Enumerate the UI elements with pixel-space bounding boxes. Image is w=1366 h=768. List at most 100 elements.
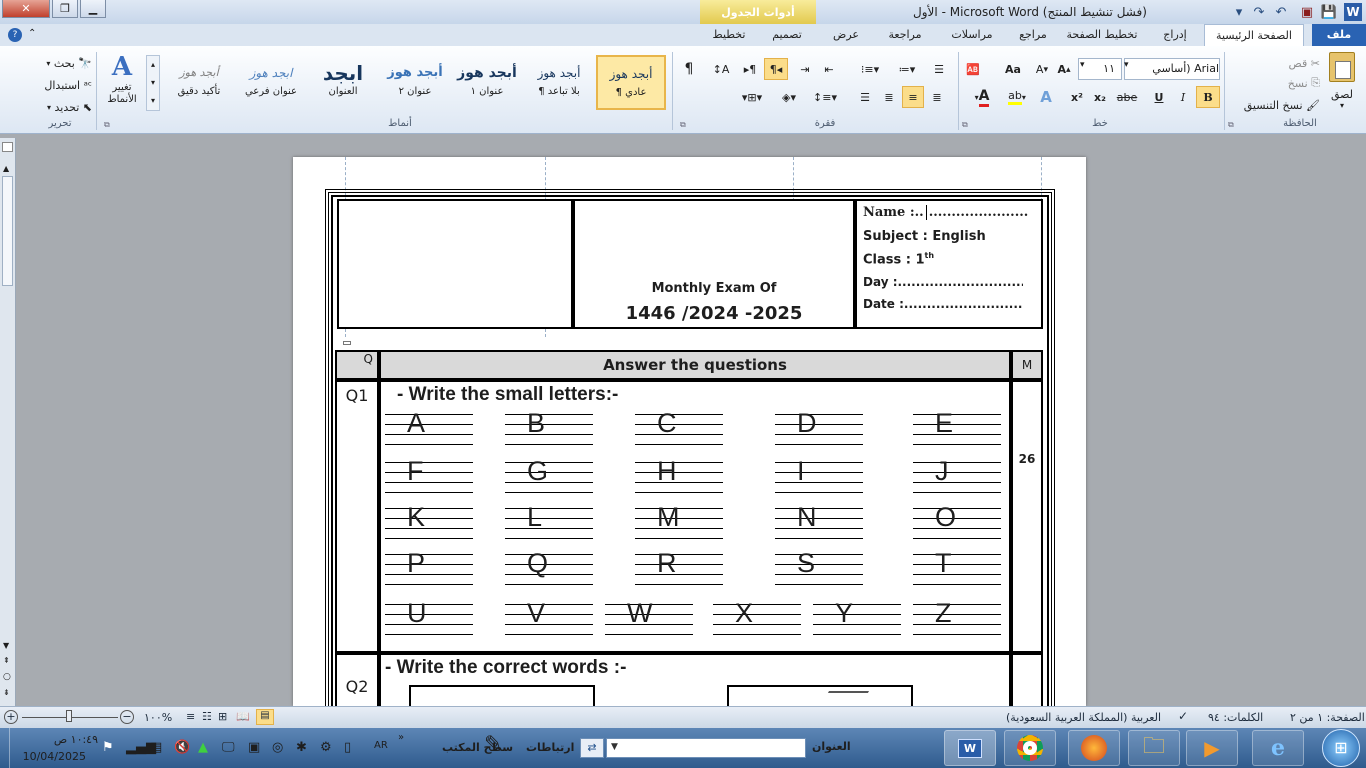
logo-cell[interactable] bbox=[337, 199, 573, 329]
tab-review[interactable]: مراجعة bbox=[876, 24, 934, 46]
show-desktop-button[interactable] bbox=[0, 728, 10, 768]
volume-muted-icon[interactable]: 🔇 bbox=[174, 740, 190, 755]
change-styles-button[interactable]: A تغيير الأنماط bbox=[102, 52, 142, 118]
language-indicator[interactable]: العربية (المملكة العربية السعودية) bbox=[1006, 711, 1161, 724]
tab-references[interactable]: مراجع bbox=[1010, 24, 1056, 46]
word-app-icon[interactable]: ▣ bbox=[1298, 3, 1316, 21]
undo-icon[interactable]: ↶ bbox=[1272, 3, 1290, 21]
select-button[interactable]: ▾ تحديد ⬉ bbox=[30, 96, 92, 118]
line-spacing-button[interactable]: ↕≡▾ bbox=[810, 86, 840, 108]
shading-button[interactable]: ◈▾ bbox=[774, 86, 804, 108]
tab-insert[interactable]: إدراج bbox=[1150, 24, 1200, 46]
scroll-thumb[interactable] bbox=[2, 176, 13, 286]
rtl-direction-button[interactable]: ¶◂ bbox=[764, 58, 788, 80]
taskbar-internet-explorer[interactable]: e bbox=[1252, 730, 1304, 766]
scroll-up-icon[interactable]: ▲ bbox=[3, 164, 9, 173]
scroll-down-icon[interactable]: ▼ bbox=[3, 641, 9, 650]
monitor-icon[interactable]: 🖵 bbox=[222, 740, 235, 755]
links-toolbar-label[interactable]: ارتباطات bbox=[526, 741, 574, 754]
input-language-indicator[interactable]: AR bbox=[374, 740, 388, 751]
ltr-direction-button[interactable]: ▸¶ bbox=[738, 58, 762, 80]
battery-icon[interactable]: ▯ bbox=[344, 740, 351, 755]
zoom-in-icon[interactable]: + bbox=[4, 710, 18, 724]
tab-mailings[interactable]: مراسلات bbox=[940, 24, 1004, 46]
borders-button[interactable]: ▾⊞▾ bbox=[734, 86, 770, 108]
shrink-font-button[interactable]: A ▾ bbox=[1032, 58, 1052, 80]
zoom-level[interactable]: ١٠٠% bbox=[144, 711, 172, 724]
format-painter-button[interactable]: نسخ التنسيق 🖌 bbox=[1228, 94, 1320, 116]
align-center-button[interactable]: ≡ bbox=[902, 86, 924, 108]
bullets-button[interactable]: ☰ bbox=[928, 58, 950, 80]
draft-view-icon[interactable]: ≡ bbox=[186, 710, 195, 723]
increase-indent-button[interactable]: ⇥ bbox=[794, 58, 816, 80]
decrease-indent-button[interactable]: ⇤ bbox=[818, 58, 840, 80]
browse-object-icon[interactable]: ○ bbox=[3, 672, 11, 682]
clock-date[interactable]: 10/04/2025 bbox=[20, 750, 86, 763]
taskbar-media-player[interactable]: ▶ bbox=[1186, 730, 1238, 766]
style-heading-2[interactable]: أبجد هوز عنوان ٢ bbox=[380, 55, 450, 110]
bluetooth-icon[interactable]: ✱ bbox=[296, 740, 307, 755]
underline-button[interactable]: U bbox=[1148, 86, 1170, 108]
style-normal[interactable]: أبجد هوز ¶ عادي bbox=[596, 55, 666, 110]
print-layout-view-icon[interactable]: ▤ bbox=[256, 709, 274, 725]
subscript-button[interactable]: x₂ bbox=[1090, 86, 1110, 108]
text-effects-button[interactable]: A bbox=[1034, 86, 1058, 108]
outline-view-icon[interactable]: ☷ bbox=[202, 710, 212, 723]
multilevel-list-button[interactable]: ⁝≡▾ bbox=[852, 58, 888, 80]
change-case-button[interactable]: Aa bbox=[1000, 58, 1026, 80]
style-no-spacing[interactable]: أبجد هوز ¶ بلا تباعد bbox=[524, 55, 594, 110]
style-subtle-emphasis[interactable]: أبجد هوز تأكيد دقيق bbox=[164, 55, 234, 110]
italic-button[interactable]: I bbox=[1172, 86, 1194, 108]
help-icon[interactable]: ? bbox=[8, 28, 22, 42]
align-left-button[interactable]: ≣ bbox=[878, 86, 900, 108]
taskbar-chrome[interactable] bbox=[1004, 730, 1056, 766]
web-layout-icon[interactable]: ⊞ bbox=[218, 710, 227, 723]
sync-icon[interactable]: ◎ bbox=[272, 740, 283, 755]
page-count[interactable]: الصفحة: ١ من ٢ bbox=[1290, 711, 1365, 724]
taskbar-file-explorer[interactable]: 🗀 bbox=[1128, 730, 1180, 766]
font-launcher-icon[interactable]: ⧉ bbox=[962, 120, 968, 130]
font-color-button[interactable]: ▾ A bbox=[964, 86, 1000, 108]
nvidia-icon[interactable]: ▲ bbox=[198, 740, 208, 755]
tab-view[interactable]: عرض bbox=[826, 24, 866, 46]
q1-content-cell[interactable]: - Write the small letters:- ABCDEFGHIJKL… bbox=[379, 380, 1011, 653]
next-page-icon[interactable]: ⇟ bbox=[3, 688, 10, 697]
network-icon[interactable]: ⚙ bbox=[320, 740, 332, 755]
highlight-button[interactable]: ab ▾ bbox=[1004, 86, 1030, 108]
style-subtitle[interactable]: ابجد هوز عنوان فرعي bbox=[236, 55, 306, 110]
tab-home[interactable]: الصفحة الرئيسية bbox=[1204, 24, 1304, 46]
styles-launcher-icon[interactable]: ⧉ bbox=[104, 120, 110, 130]
customize-quick-access-icon[interactable]: ▾ bbox=[1230, 3, 1248, 21]
show-formatting-button[interactable]: ¶ bbox=[678, 58, 700, 80]
student-info-cell[interactable]: Name :........................ Subject :… bbox=[855, 199, 1043, 329]
table-anchor-icon[interactable] bbox=[343, 341, 351, 345]
go-button[interactable]: ⇄ bbox=[580, 738, 604, 758]
taskbar-firefox[interactable] bbox=[1068, 730, 1120, 766]
start-button[interactable]: ⊞ bbox=[1322, 729, 1360, 767]
q2-content-cell[interactable]: - Write the correct words :- bbox=[379, 653, 1011, 715]
signal-strength-icon[interactable]: ▂▄▆ bbox=[126, 740, 156, 755]
maximize-button[interactable]: ❐ bbox=[52, 0, 78, 18]
desktop-toolbar-label[interactable]: سطح المكتب bbox=[442, 741, 513, 754]
clear-formatting-button[interactable]: 🆎 bbox=[962, 58, 984, 80]
font-family-select[interactable]: Arial (أساسي ص bbox=[1124, 58, 1220, 80]
action-center-icon[interactable]: ⚑ bbox=[102, 740, 114, 755]
exam-title-cell[interactable]: Monthly Exam Of 1446 /2024 -2025 bbox=[573, 199, 855, 329]
sort-button[interactable]: ↕A bbox=[708, 58, 734, 80]
zoom-out-icon[interactable]: − bbox=[120, 710, 134, 724]
copy-button[interactable]: نسخ ⎘ bbox=[1250, 72, 1320, 94]
tab-page-layout[interactable]: تخطيط الصفحة bbox=[1060, 24, 1144, 46]
strikethrough-button[interactable]: abe bbox=[1112, 86, 1142, 108]
bold-button[interactable]: B bbox=[1196, 86, 1220, 108]
justify-button[interactable]: ☰ bbox=[854, 86, 876, 108]
toolbar-chevron-icon[interactable]: » bbox=[398, 732, 404, 743]
paste-button[interactable]: لصق ▾ bbox=[1322, 52, 1362, 112]
close-button[interactable]: ✕ bbox=[2, 0, 50, 18]
minimize-ribbon-icon[interactable]: ⌃ bbox=[28, 28, 36, 39]
styles-scroll[interactable]: ▴ ▾ ▾ bbox=[146, 55, 160, 111]
tab-file[interactable]: ملف bbox=[1312, 24, 1366, 46]
proofing-icon[interactable]: ✓ bbox=[1178, 709, 1188, 723]
save-icon[interactable]: 💾 bbox=[1320, 3, 1338, 21]
cut-button[interactable]: قص ✂ bbox=[1250, 52, 1320, 74]
previous-page-icon[interactable]: ⇞ bbox=[3, 656, 10, 665]
